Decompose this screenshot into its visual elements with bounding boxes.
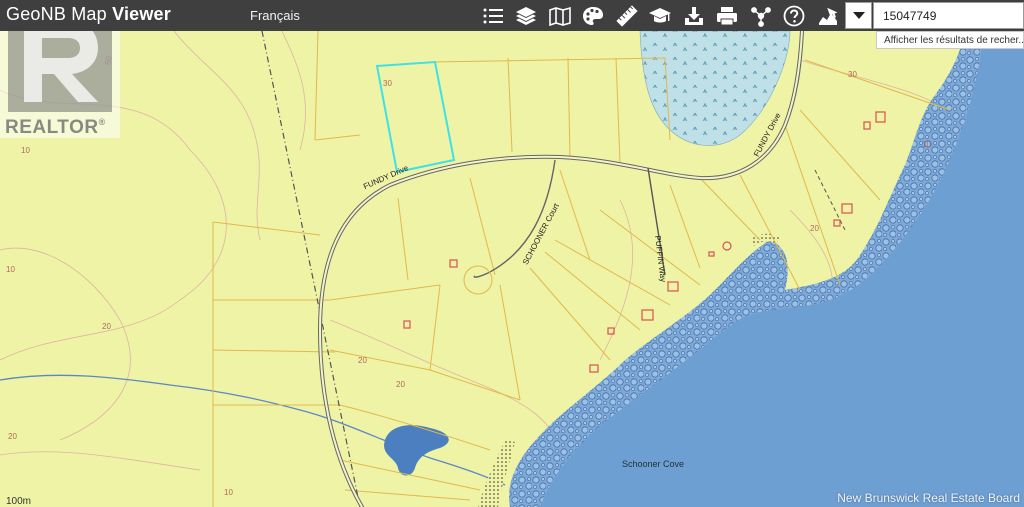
contour-label: 20 xyxy=(102,322,111,331)
credit-text: New Brunswick Real Estate Board xyxy=(837,491,1020,505)
education-icon xyxy=(649,7,672,22)
print-button[interactable] xyxy=(711,0,745,31)
contour-label: 30 xyxy=(848,70,857,79)
palette-icon xyxy=(583,6,604,25)
contour-label: 20 xyxy=(396,380,405,389)
download-icon xyxy=(684,6,703,25)
map-canvas[interactable] xyxy=(0,0,1024,507)
share-button[interactable] xyxy=(744,0,778,31)
basemap-button[interactable] xyxy=(543,0,577,31)
language-link[interactable]: Français xyxy=(250,8,300,23)
print-icon xyxy=(717,6,738,25)
download-button[interactable] xyxy=(677,0,711,31)
top-toolbar: GeoNB Map Viewer Français xyxy=(0,0,1024,31)
measure-ruler-icon xyxy=(616,4,638,27)
contour-label: 10 xyxy=(224,488,233,497)
help-icon xyxy=(783,5,805,26)
palette-button[interactable] xyxy=(577,0,611,31)
contour-label: 20 xyxy=(358,356,367,365)
measure-button[interactable] xyxy=(610,0,644,31)
basemap-icon xyxy=(548,6,571,26)
layers-icon xyxy=(516,6,537,25)
caret-down-icon xyxy=(852,11,865,19)
contour-label: 10 xyxy=(6,265,15,274)
layers-button[interactable] xyxy=(510,0,544,31)
search-tooltip: Afficher les résultats de recher... xyxy=(876,31,1024,49)
contour-label: 30 xyxy=(383,79,392,88)
layer-list-button[interactable] xyxy=(476,0,510,31)
scale-bar-label: 100m xyxy=(6,496,32,507)
education-button[interactable] xyxy=(644,0,678,31)
search-type-dropdown[interactable] xyxy=(845,2,872,29)
tool-buttons xyxy=(476,0,845,31)
realtor-wordmark: REALTOR® xyxy=(5,117,106,138)
app-title: GeoNB Map Viewer xyxy=(6,4,171,24)
contour-label: 10 xyxy=(21,146,30,155)
contour-label: 20 xyxy=(8,432,17,441)
layer-list-icon xyxy=(483,8,503,23)
contour-label: 20 xyxy=(810,224,819,233)
identify-icon xyxy=(818,7,838,25)
schooner-cove-label: Schooner Cove xyxy=(622,459,685,469)
identify-button[interactable] xyxy=(811,0,845,31)
search-input[interactable] xyxy=(873,2,1024,29)
contour-label: 10 xyxy=(922,140,931,149)
help-button[interactable] xyxy=(778,0,812,31)
share-icon xyxy=(750,6,771,27)
